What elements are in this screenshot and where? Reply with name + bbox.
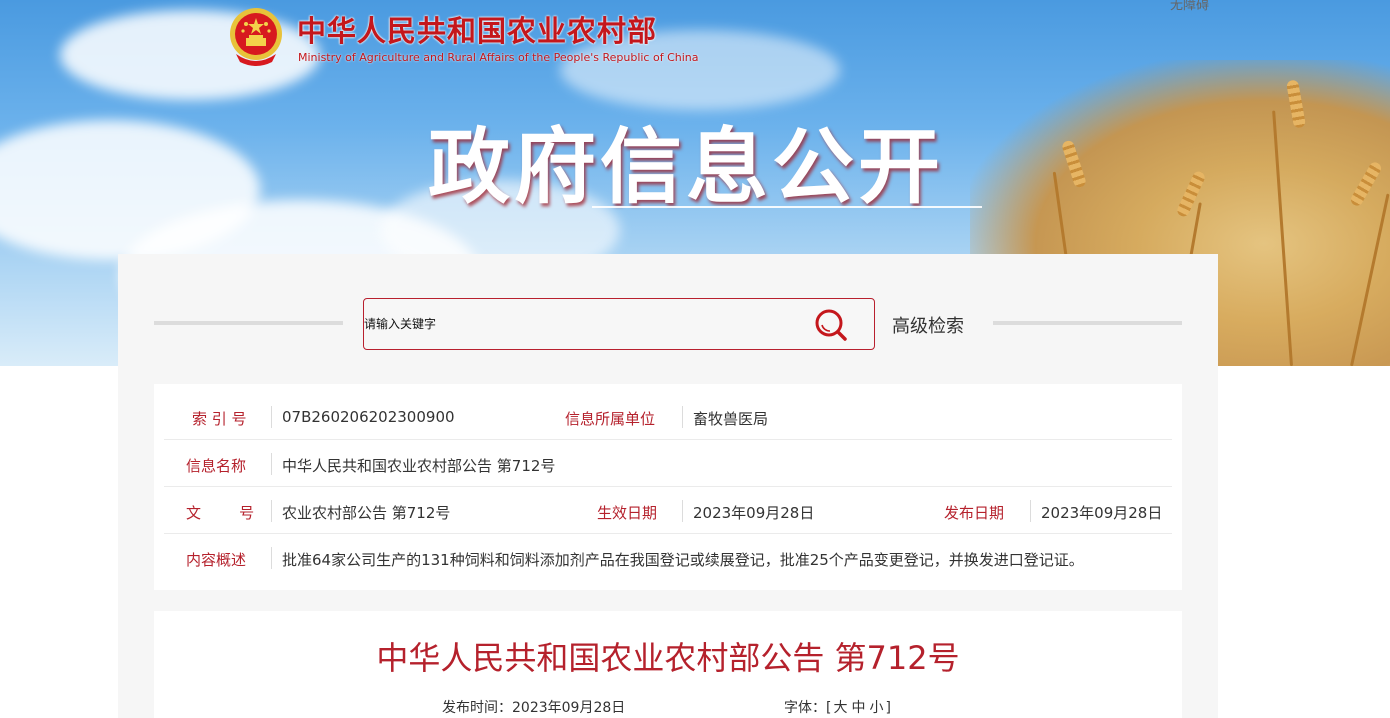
font-size-label: 字体：[ xyxy=(784,700,832,716)
main-container: 高级检索 索 引 号 07B260206202300900 信息所属单位 畜牧兽… xyxy=(118,254,1218,718)
divider xyxy=(1030,500,1031,522)
divider xyxy=(271,406,272,428)
info-row: 信息名称 中华人民共和国农业农村部公告 第712号 xyxy=(164,441,1172,487)
divider xyxy=(271,547,272,569)
summary-label: 内容概述 xyxy=(186,551,247,569)
publish-date-value: 2023年09月28日 xyxy=(1041,504,1163,522)
font-large-button[interactable]: 大 xyxy=(833,700,847,716)
doc-label: 文 号 xyxy=(186,504,255,522)
effective-date-value: 2023年09月28日 xyxy=(693,504,815,522)
search-divider-left xyxy=(154,321,343,325)
divider xyxy=(682,406,683,428)
divider xyxy=(271,453,272,475)
unit-label: 信息所属单位 xyxy=(565,410,656,428)
font-size-control: 字体：[大中小] xyxy=(784,697,891,717)
info-table: 索 引 号 07B260206202300900 信息所属单位 畜牧兽医局 信息… xyxy=(154,384,1182,590)
hero-title: 政府信息公开 xyxy=(428,119,945,215)
font-medium-button[interactable]: 中 xyxy=(851,700,865,716)
font-small-button[interactable]: 小 xyxy=(869,700,883,716)
search-divider-right xyxy=(993,321,1182,325)
search-input[interactable] xyxy=(364,299,804,349)
search-box xyxy=(363,298,875,350)
national-emblem-icon[interactable] xyxy=(224,4,288,68)
publish-date-label: 发布日期 xyxy=(944,504,1005,522)
publish-time: 发布时间：2023年09月28日 xyxy=(442,700,626,716)
doc-value: 农业农村部公告 第712号 xyxy=(282,504,451,522)
info-row: 索 引 号 07B260206202300900 信息所属单位 畜牧兽医局 xyxy=(164,394,1172,440)
info-row: 文 号 农业农村部公告 第712号 生效日期 2023年09月28日 发布日期 … xyxy=(164,488,1172,534)
divider xyxy=(682,500,683,522)
accessibility-link[interactable]: 无障碍 xyxy=(1170,0,1209,13)
index-label: 索 引 号 xyxy=(192,410,247,428)
unit-value: 畜牧兽医局 xyxy=(693,410,769,428)
article-title: 中华人民共和国农业农村部公告 第712号 xyxy=(376,639,960,677)
summary-value: 批准64家公司生产的131种饲料和饲料添加剂产品在我国登记或续展登记，批准25个… xyxy=(282,551,1084,569)
index-value: 07B260206202300900 xyxy=(282,408,455,426)
name-value: 中华人民共和国农业农村部公告 第712号 xyxy=(282,457,556,475)
site-name-cn[interactable]: 中华人民共和国农业农村部 xyxy=(297,8,657,50)
site-name-en: Ministry of Agriculture and Rural Affair… xyxy=(298,51,699,64)
hero-divider xyxy=(592,206,982,208)
search-icon[interactable] xyxy=(812,307,852,343)
divider xyxy=(271,500,272,522)
info-row: 内容概述 批准64家公司生产的131种饲料和饲料添加剂产品在我国登记或续展登记，… xyxy=(164,535,1172,581)
font-size-bracket: ] xyxy=(885,700,891,716)
effective-date-label: 生效日期 xyxy=(597,504,658,522)
advanced-search-link[interactable]: 高级检索 xyxy=(892,312,964,338)
article-section: 中华人民共和国农业农村部公告 第712号 发布时间：2023年09月28日 字体… xyxy=(154,611,1182,718)
name-label: 信息名称 xyxy=(186,457,247,475)
